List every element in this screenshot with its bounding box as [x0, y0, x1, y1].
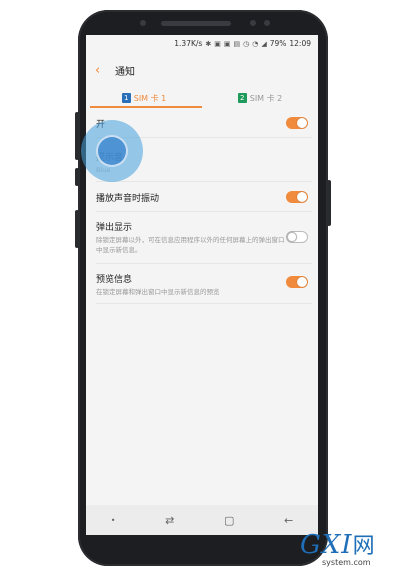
image-icon: ▣ [223, 39, 231, 48]
gallery-icon: ▣ [214, 39, 221, 48]
toggle-knob [297, 192, 307, 202]
page-title: 通知 [115, 66, 135, 78]
phone-camera [140, 20, 146, 26]
notification-icon: ▤ [233, 39, 241, 48]
setting-row-vibrate[interactable]: 播放声音时振动 [96, 182, 312, 212]
toggle-switch[interactable] [286, 117, 308, 129]
tab-sim-2-label: SIM 卡 2 [249, 93, 283, 103]
phone-earpiece [161, 21, 231, 26]
setting-title: 播放声音时振动 [96, 194, 160, 204]
sim-tabs: 1 SIM 卡 1 2 SIM 卡 2 [86, 88, 318, 108]
app-header: ‹ 通知 [86, 52, 318, 88]
touch-indicator [81, 120, 143, 182]
phone-side-button [75, 210, 79, 248]
alarm-icon: ◷ [243, 39, 250, 48]
nav-dot-icon[interactable]: • [111, 516, 116, 525]
setting-row-popup[interactable]: 弹出显示 除锁定屏幕以外，可在信息应用程序以外的任何屏幕上的弹出窗口中显示新信息… [96, 212, 312, 264]
watermark-main: GXI [300, 530, 353, 560]
toggle-switch[interactable] [286, 276, 308, 288]
toggle-knob [297, 118, 307, 128]
tab-sim-1-label: SIM 卡 1 [133, 93, 167, 103]
phone-power-button [327, 180, 331, 226]
watermark-logo: GXI网 system.com [300, 530, 400, 572]
recent-apps-icon[interactable]: ⇄ [165, 514, 174, 527]
status-bar: 1.37K/s ✱ ▣ ▣ ▤ ◷ ◔ ◢ 79% 12:09 [86, 35, 318, 52]
phone-side-button [75, 112, 79, 160]
setting-row-preview[interactable]: 预览信息 在锁定屏幕和弹出窗口中显示新信息的预览 [96, 264, 312, 304]
clock: 12:09 [289, 39, 311, 48]
battery-level: 79% [269, 39, 287, 48]
network-speed: 1.37K/s [174, 39, 203, 48]
toggle-switch[interactable] [286, 231, 308, 243]
tab-sim-2[interactable]: 2 SIM 卡 2 [202, 88, 318, 108]
setting-subtitle: 除锁定屏幕以外，可在信息应用程序以外的任何屏幕上的弹出窗口中显示新信息。 [96, 236, 285, 254]
signal-icon: ◢ [261, 39, 267, 48]
watermark-wang: 网 [352, 534, 376, 559]
touch-indicator-core [96, 135, 128, 167]
setting-title: 弹出显示 [96, 223, 133, 233]
toggle-knob [287, 232, 297, 242]
navigation-bar: • ⇄ ▢ ← [86, 505, 318, 535]
phone-sensor [264, 20, 270, 26]
wifi-icon: ◔ [252, 39, 259, 48]
toggle-switch[interactable] [286, 191, 308, 203]
sim-1-icon: 1 [121, 93, 131, 103]
phone-sensor [250, 20, 256, 26]
setting-subtitle: 在锁定屏幕和弹出窗口中显示新信息的预览 [96, 288, 220, 296]
phone-screen: 1.37K/s ✱ ▣ ▣ ▤ ◷ ◔ ◢ 79% 12:09 ‹ 通知 1 S… [86, 35, 318, 535]
home-icon[interactable]: ▢ [224, 514, 234, 527]
back-arrow-icon[interactable]: ‹ [95, 63, 109, 78]
sim-2-icon: 2 [237, 93, 247, 103]
back-icon[interactable]: ← [284, 514, 293, 527]
bluetooth-icon: ✱ [205, 39, 212, 48]
tab-sim-1[interactable]: 1 SIM 卡 1 [86, 88, 202, 108]
toggle-knob [297, 277, 307, 287]
setting-title: 预览信息 [96, 275, 133, 285]
watermark-domain: system.com [322, 558, 371, 567]
phone-side-button [75, 168, 79, 186]
